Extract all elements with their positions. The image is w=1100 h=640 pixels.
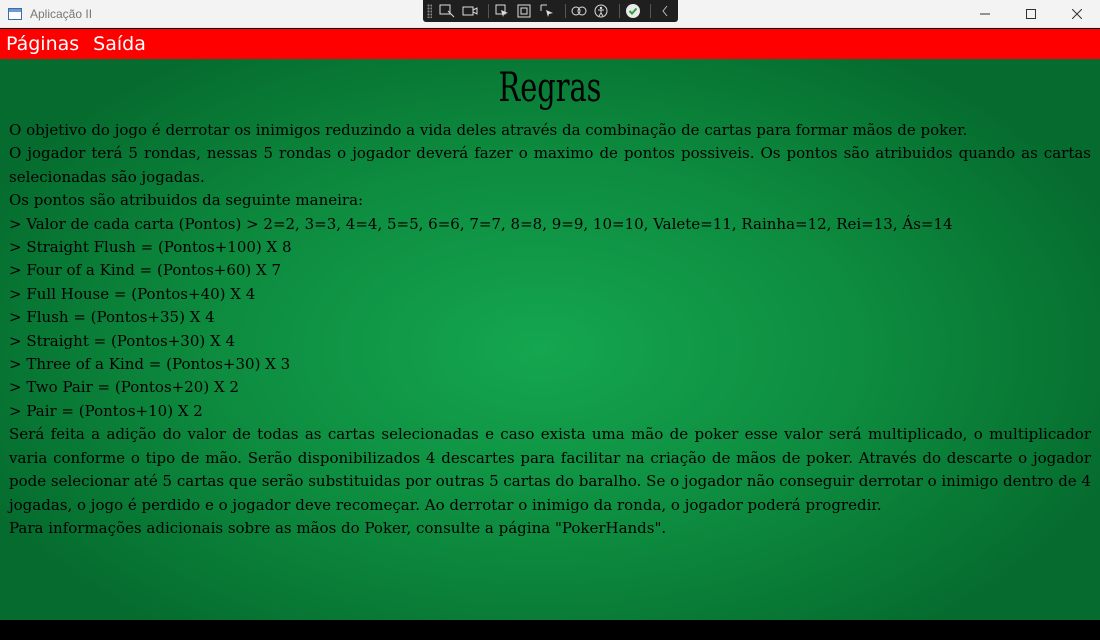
maximize-icon [1026, 9, 1036, 19]
track-focus-button[interactable] [538, 2, 557, 20]
camera-icon [462, 6, 478, 16]
check-circle-icon [626, 4, 641, 18]
menu-item-saida[interactable]: Saída [93, 33, 146, 55]
binding-failures-button[interactable] [569, 2, 588, 20]
collapse-toolbar-button[interactable] [655, 2, 674, 20]
debug-toolbar [423, 0, 678, 22]
app-window-icon [8, 7, 22, 20]
menu-item-paginas[interactable]: Páginas [6, 33, 79, 55]
minimize-button[interactable] [962, 0, 1008, 28]
visual-tree-icon [439, 4, 455, 18]
window-bottom-edge [0, 620, 1100, 640]
intro-paragraph-objective: O objetivo do jogo é derrotar os inimigo… [9, 121, 968, 139]
rules-content: Regras O objetivo do jogo é derrotar os … [0, 59, 1100, 620]
rule-full-house: > Full House = (Pontos+40) X 4 [9, 284, 256, 303]
rule-card-values: > Valor de cada carta (Pontos) > 2=2, 3=… [9, 214, 953, 233]
rule-two-pair: > Two Pair = (Pontos+20) X 2 [9, 378, 239, 397]
status-ok-button[interactable] [624, 2, 643, 20]
toolbar-separator [564, 4, 566, 18]
intro-paragraph-rounds: O jogador terá 5 rondas, nessas 5 rondas… [9, 144, 1091, 186]
chevron-left-icon [661, 5, 667, 17]
close-icon [1072, 9, 1082, 19]
drag-grip-icon[interactable] [427, 4, 433, 18]
rule-straight: > Straight = (Pontos+30) X 4 [9, 331, 235, 350]
explanation-paragraph: Será feita a adição do valor de todas as… [9, 425, 1091, 514]
select-cursor-icon [495, 4, 508, 17]
close-button[interactable] [1054, 0, 1100, 28]
record-button[interactable] [461, 2, 480, 20]
window-title: Aplicação II [30, 6, 93, 21]
toolbar-separator [487, 4, 489, 18]
track-focus-icon [540, 4, 554, 17]
rule-straight-flush: > Straight Flush = (Pontos+100) X 8 [9, 238, 292, 257]
accessibility-icon [594, 4, 608, 18]
select-element-button[interactable] [492, 2, 511, 20]
display-layout-adorners-button[interactable] [515, 2, 534, 20]
binding-icon [571, 6, 587, 16]
scoring-rules-list: > Valor de cada carta (Pontos) > 2=2, 3=… [9, 213, 1091, 424]
live-visual-tree-button[interactable] [438, 2, 457, 20]
rule-flush: > Flush = (Pontos+35) X 4 [9, 308, 215, 327]
menu-bar: Páginas Saída [0, 29, 1100, 59]
window-controls [962, 0, 1100, 28]
page-title: Regras [498, 65, 602, 111]
maximize-button[interactable] [1008, 0, 1054, 28]
rule-four-of-a-kind: > Four of a Kind = (Pontos+60) X 7 [9, 261, 282, 280]
accessibility-button[interactable] [592, 2, 611, 20]
toolbar-separator [650, 4, 652, 18]
adorner-icon [517, 4, 531, 18]
rule-pair: > Pair = (Pontos+10) X 2 [9, 401, 203, 420]
footer-paragraph: Para informações adicionais sobre as mão… [9, 518, 667, 537]
intro-paragraph-points: Os pontos são atribuidos da seguinte man… [9, 191, 364, 210]
minimize-icon [980, 13, 990, 15]
toolbar-separator [618, 4, 620, 18]
rule-three-of-a-kind: > Three of a Kind = (Pontos+30) X 3 [9, 355, 291, 374]
